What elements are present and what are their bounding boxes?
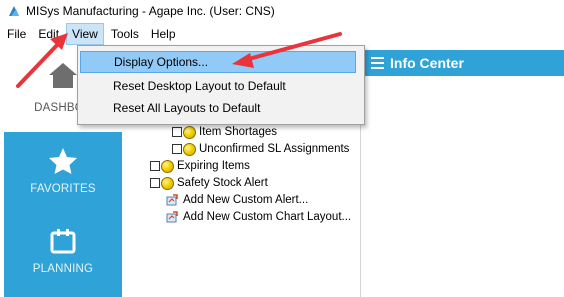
menu-view[interactable]: View: [66, 23, 104, 45]
add-chart-icon: [166, 211, 178, 223]
sidebar-item-favorites[interactable]: FAVORITES: [4, 147, 122, 195]
bulb-icon: [161, 176, 174, 190]
menu-tools[interactable]: Tools: [106, 24, 144, 44]
info-center-title: Info Center: [390, 55, 464, 71]
sidebar-item-label: FAVORITES: [30, 183, 96, 195]
menu-item-display-options[interactable]: Display Options...: [80, 51, 356, 73]
sidebar-item-label: PLANNING: [32, 263, 94, 275]
sidebar-nav-section: FAVORITES PLANNING: [4, 132, 122, 297]
bulb-icon: [183, 142, 196, 156]
tree-row-label: Unconfirmed SL Assignments: [199, 143, 350, 155]
bulb-icon: [161, 159, 174, 173]
tree-row-label: Item Shortages: [199, 126, 277, 138]
checkbox[interactable]: [172, 127, 182, 137]
hamburger-menu-icon[interactable]: [371, 57, 384, 69]
calendar-icon: [50, 229, 76, 254]
menu-item-reset-all-layouts[interactable]: Reset All Layouts to Default: [80, 97, 356, 119]
sidebar-item-planning[interactable]: PLANNING: [4, 227, 122, 275]
bulb-icon: [183, 125, 196, 139]
menu-item-reset-desktop-layout[interactable]: Reset Desktop Layout to Default: [80, 75, 356, 97]
home-icon: [49, 63, 77, 88]
tree-row-expiring-items[interactable]: Expiring Items: [150, 158, 250, 174]
info-center-header[interactable]: Info Center: [363, 50, 564, 76]
tree-row-add-chart[interactable]: Add New Custom Chart Layout...: [166, 209, 351, 225]
checkbox[interactable]: [150, 161, 160, 171]
tree-row-safety-stock[interactable]: Safety Stock Alert: [150, 175, 268, 191]
menu-file[interactable]: File: [2, 24, 31, 44]
menu-edit[interactable]: Edit: [33, 24, 64, 44]
menu-bar: File Edit View Tools Help: [0, 23, 564, 45]
tree-row-label: Add New Custom Chart Layout...: [183, 211, 352, 223]
checkbox[interactable]: [172, 144, 182, 154]
app-logo-icon: [7, 4, 21, 18]
add-alert-icon: [166, 194, 178, 206]
window-title: MISys Manufacturing - Agape Inc. (User: …: [26, 4, 275, 18]
tree-row-label: Expiring Items: [177, 160, 250, 172]
view-menu-dropdown: Display Options... Reset Desktop Layout …: [77, 45, 365, 125]
tree-row-item-shortages[interactable]: Item Shortages: [172, 124, 277, 140]
star-icon: [49, 148, 77, 174]
title-bar: MISys Manufacturing - Agape Inc. (User: …: [0, 0, 564, 22]
menu-help[interactable]: Help: [146, 24, 181, 44]
tree-row-unconfirmed-sl[interactable]: Unconfirmed SL Assignments: [172, 141, 349, 157]
checkbox[interactable]: [150, 178, 160, 188]
tree-row-add-alert[interactable]: Add New Custom Alert...: [166, 192, 308, 208]
tree-row-label: Safety Stock Alert: [177, 177, 268, 189]
tree-row-label: Add New Custom Alert...: [183, 194, 309, 206]
